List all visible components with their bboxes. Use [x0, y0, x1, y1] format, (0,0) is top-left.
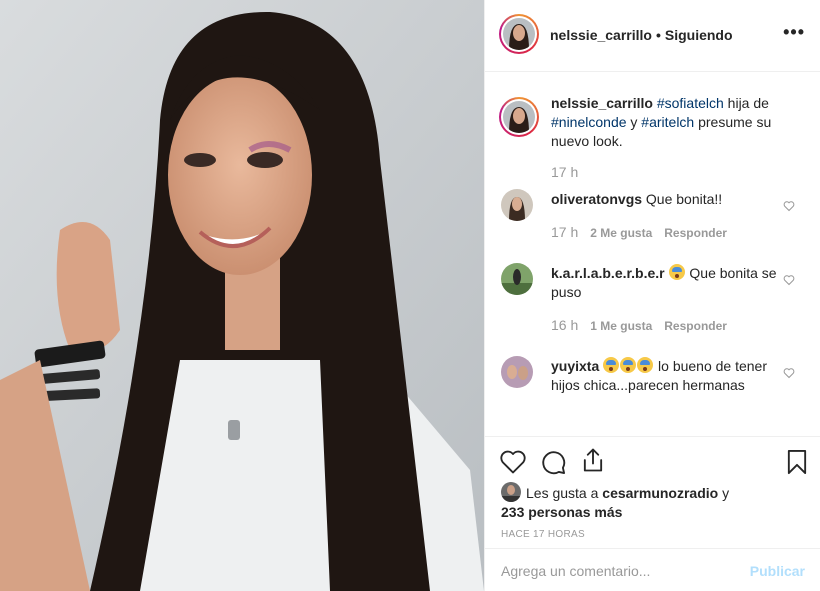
follow-status[interactable]: Siguiendo: [665, 27, 733, 43]
caption-username[interactable]: nelssie_carrillo: [551, 95, 653, 111]
post-header: nelssie_carrillo • Siguiendo •••: [485, 0, 820, 72]
likes-summary[interactable]: Les gusta a cesarmunozradio y 233 person…: [501, 482, 741, 522]
scream-emoji-icon: [668, 264, 685, 280]
comment-input[interactable]: [501, 559, 741, 583]
heart-icon[interactable]: [499, 448, 527, 476]
hashtag-aritelch[interactable]: #aritelch: [641, 114, 694, 130]
comment-meta: 16 h 1 Me gusta Responder: [551, 317, 727, 333]
likes-middle: y: [718, 485, 730, 501]
post-timestamp[interactable]: HACE 17 HORAS: [501, 529, 585, 540]
add-comment-section: Publicar: [485, 548, 820, 591]
hashtag-sofiatelch[interactable]: #sofiatelch: [657, 95, 724, 111]
reply-button[interactable]: Responder: [664, 319, 727, 333]
author-avatar-image: [503, 18, 535, 50]
commenter-avatar[interactable]: [501, 356, 533, 388]
scream-emoji-icon: [603, 357, 620, 373]
liker-avatar: [501, 482, 521, 502]
post-comment-button[interactable]: Publicar: [750, 563, 805, 579]
heart-icon[interactable]: [783, 274, 795, 286]
scream-emoji-icon: [637, 357, 654, 373]
author-avatar[interactable]: [499, 14, 539, 54]
comment-text: k.a.r.l.a.b.e.r.b.e.r Que bonita se puso: [551, 264, 791, 302]
caption-avatar-image: [503, 101, 535, 133]
comment-text: yuyixta lo bueno de tener hijos chica...…: [551, 357, 791, 395]
comment-body: Que bonita!!: [642, 191, 723, 207]
comment-icon[interactable]: [539, 448, 567, 476]
comment-likes[interactable]: 2 Me gusta: [590, 226, 652, 240]
caption-time[interactable]: 17 h: [551, 164, 578, 180]
likes-prefix: Les gusta a: [526, 485, 603, 501]
comment-username[interactable]: yuyixta: [551, 358, 599, 374]
commenter-avatar[interactable]: [501, 263, 533, 295]
comment-text: oliveratonvgs Que bonita!!: [551, 190, 791, 209]
caption-meta: 17 h: [551, 164, 578, 180]
comments-list[interactable]: nelssie_carrillo #sofiatelch hija de #ni…: [485, 73, 820, 435]
liker-username[interactable]: cesarmunozradio: [602, 485, 718, 501]
likes-count[interactable]: 233 personas más: [501, 504, 622, 520]
post-actions: Les gusta a cesarmunozradio y 233 person…: [485, 436, 820, 546]
header-separator: •: [655, 27, 661, 43]
comment-username[interactable]: oliveratonvgs: [551, 191, 642, 207]
caption-text: nelssie_carrillo #sofiatelch hija de #ni…: [551, 94, 791, 151]
caption-fragment: hija de: [723, 95, 769, 111]
comment-time[interactable]: 16 h: [551, 317, 578, 333]
comment-meta: 17 h 2 Me gusta Responder: [551, 224, 727, 240]
portrait-image: [0, 0, 484, 591]
heart-icon[interactable]: [783, 200, 795, 212]
hashtag-ninelconde[interactable]: #ninelconde: [551, 114, 627, 130]
author-username[interactable]: nelssie_carrillo: [550, 27, 652, 43]
comment-likes[interactable]: 1 Me gusta: [590, 319, 652, 333]
caption-fragment: y: [626, 114, 642, 130]
commenter-avatar[interactable]: [501, 189, 533, 221]
post-sidebar: nelssie_carrillo • Siguiendo ••• nelssie_c…: [484, 0, 820, 591]
comment-username[interactable]: k.a.r.l.a.b.e.r.b.e.r: [551, 265, 665, 281]
heart-icon[interactable]: [783, 367, 795, 379]
post-photo[interactable]: [0, 0, 484, 591]
share-icon[interactable]: [579, 446, 607, 474]
header-info: nelssie_carrillo • Siguiendo: [550, 27, 733, 43]
scream-emoji-icon: [620, 357, 637, 373]
bookmark-icon[interactable]: [783, 448, 811, 476]
comment-time[interactable]: 17 h: [551, 224, 578, 240]
reply-button[interactable]: Responder: [664, 226, 727, 240]
more-options-icon[interactable]: •••: [783, 22, 805, 43]
caption-avatar[interactable]: [499, 97, 539, 137]
